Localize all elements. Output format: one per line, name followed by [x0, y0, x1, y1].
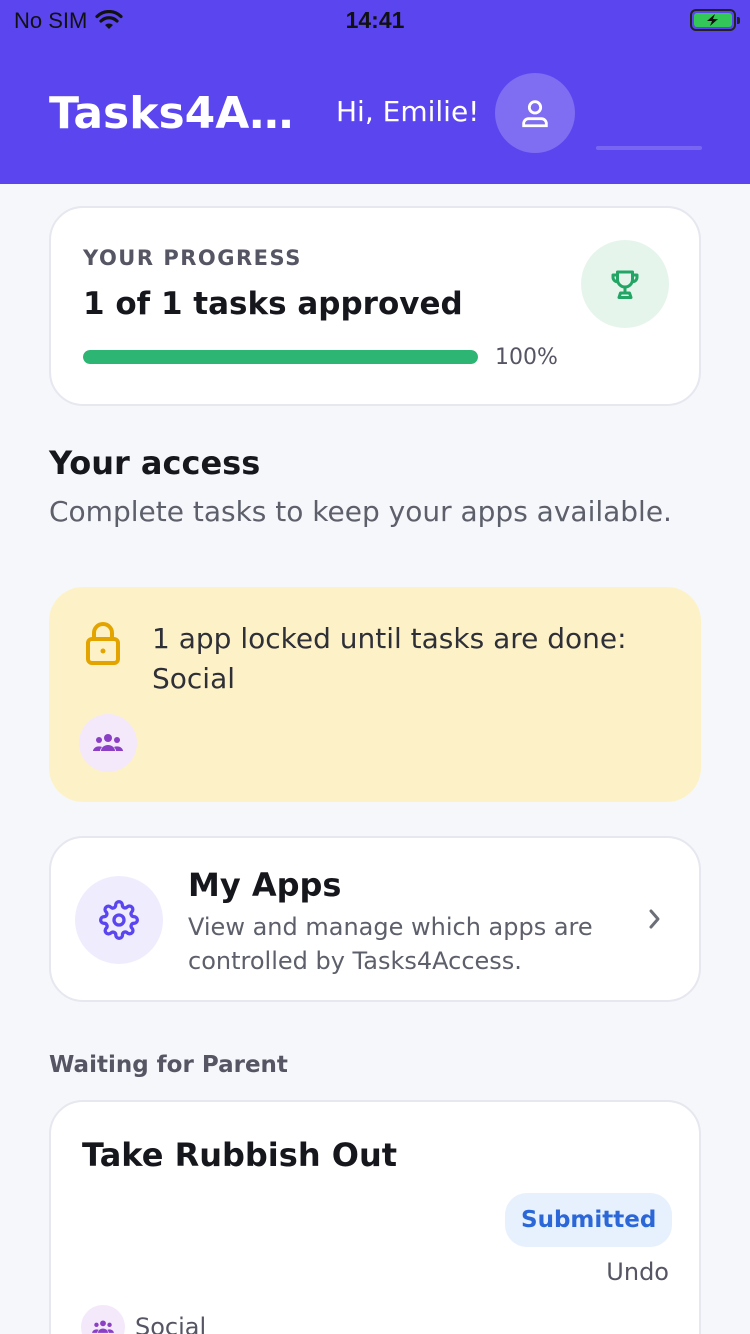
app-title: Tasks4Access	[49, 88, 304, 139]
progress-title: 1 of 1 tasks approved	[83, 286, 463, 322]
header-divider	[596, 146, 702, 150]
app-header: No SIM 14:41 Tasks4Access Hi, Emilie!	[0, 0, 750, 184]
greeting: Hi, Emilie!	[336, 95, 480, 128]
gear-icon	[99, 900, 139, 940]
my-apps-title: My Apps	[188, 866, 342, 904]
status-badge: Submitted	[505, 1193, 673, 1247]
my-apps-card[interactable]: My Apps View and manage which apps are c…	[49, 836, 701, 1002]
battery-charging-icon	[690, 9, 740, 31]
social-group-icon	[92, 1320, 114, 1333]
my-apps-description: View and manage which apps are controlle…	[188, 913, 593, 975]
user-icon	[522, 100, 548, 128]
profile-button[interactable]	[495, 73, 575, 153]
chevron-right-icon	[649, 909, 660, 929]
clock: 14:41	[345, 7, 405, 33]
locked-message: 1 app locked until tasks are done: Socia…	[152, 622, 627, 695]
progress-bar	[83, 350, 478, 364]
social-group-icon	[93, 734, 123, 751]
task-app-name: Social	[135, 1313, 207, 1334]
waiting-section-label: Waiting for Parent	[49, 1052, 288, 1078]
access-title: Your access	[49, 444, 261, 482]
lock-icon	[86, 622, 120, 665]
progress-card: YOUR PROGRESS 1 of 1 tasks approved 100%	[49, 206, 701, 406]
trophy-badge	[581, 240, 669, 328]
trophy-icon	[611, 270, 639, 299]
undo-button[interactable]: Undo	[606, 1258, 669, 1286]
locked-app-chip[interactable]	[79, 714, 137, 772]
my-apps-icon-circle	[75, 876, 163, 964]
task-title: Take Rubbish Out	[82, 1136, 398, 1174]
progress-label: YOUR PROGRESS	[83, 246, 302, 270]
task-app-tag: Social	[81, 1305, 206, 1334]
locked-apps-banner: 1 app locked until tasks are done: Socia…	[49, 587, 701, 802]
progress-bar-fill	[83, 350, 478, 364]
access-subtitle: Complete tasks to keep your apps availab…	[49, 495, 672, 528]
progress-percent: 100%	[495, 345, 558, 370]
status-bar: No SIM 14:41	[0, 0, 750, 40]
task-card[interactable]: Take Rubbish Out Submitted Undo Social	[49, 1100, 701, 1334]
task-app-icon-circle	[81, 1305, 125, 1334]
